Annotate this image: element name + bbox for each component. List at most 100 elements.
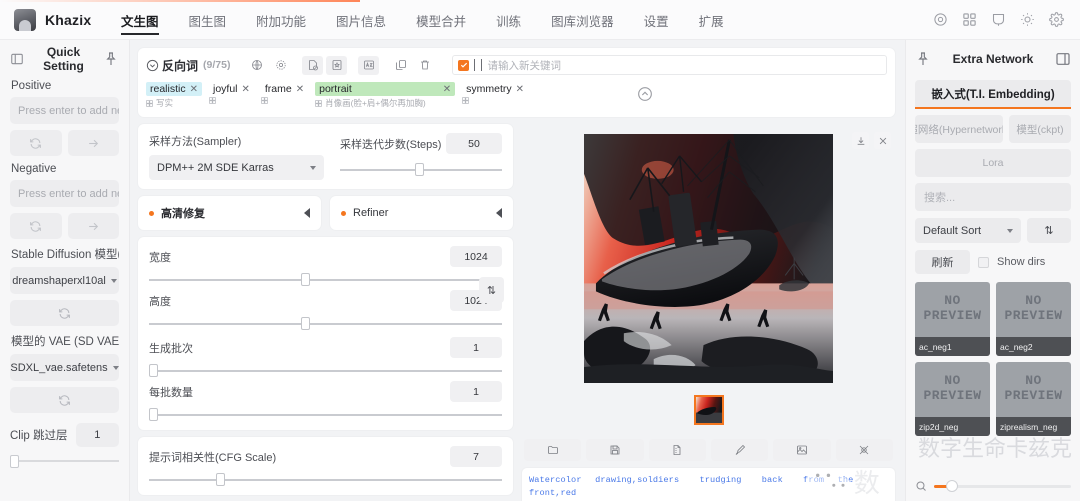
refiner-accordion[interactable]: Refiner xyxy=(330,196,513,230)
prompt-tag-selected[interactable]: portrait ✕ 肖像画(脸+肩+偶尔再加胸) xyxy=(315,82,455,109)
brightness-icon[interactable] xyxy=(1020,12,1035,27)
chevron-down-circle-icon[interactable] xyxy=(146,59,159,72)
tab-train[interactable]: 训练 xyxy=(481,1,536,39)
zoom-slider[interactable] xyxy=(934,480,1071,492)
tab-hypernetwork[interactable]: 超网络(Hypernetwork) xyxy=(915,115,1003,143)
tab-img2img[interactable]: 图生图 xyxy=(174,1,242,39)
vae-refresh-button[interactable] xyxy=(10,387,119,413)
tag-body[interactable]: joyful ✕ xyxy=(209,82,254,96)
steps-value[interactable]: 50 xyxy=(446,133,502,154)
refresh-button[interactable]: 刷新 xyxy=(915,250,970,274)
prompt-tag[interactable]: symmetry ✕ xyxy=(462,82,528,104)
extra-network-search-input[interactable]: 搜索... xyxy=(915,183,1071,211)
panel-toggle-icon[interactable] xyxy=(1055,51,1071,67)
image-thumbnail[interactable] xyxy=(694,395,724,425)
generated-image[interactable] xyxy=(584,134,833,383)
sort-direction-button[interactable]: ⇅ xyxy=(1027,218,1071,243)
tab-gallery[interactable]: 图库浏览器 xyxy=(536,1,629,39)
tab-checkpoint-merger[interactable]: 模型合并 xyxy=(401,1,481,39)
slider-knob[interactable] xyxy=(301,317,310,330)
panel-toggle-icon[interactable] xyxy=(10,52,24,66)
sd-model-refresh-button[interactable] xyxy=(10,300,119,326)
settings-gear-icon[interactable] xyxy=(270,56,291,75)
vae-select[interactable]: SDXL_vae.safetens xyxy=(10,354,119,381)
doc-star-icon[interactable] xyxy=(326,56,347,75)
collapse-prompt-icon[interactable] xyxy=(637,86,653,102)
close-icon[interactable] xyxy=(874,132,891,149)
tag-remove-icon[interactable]: ✕ xyxy=(296,84,304,95)
folder-icon[interactable] xyxy=(524,439,581,461)
swap-dimensions-button[interactable]: ⇅ xyxy=(479,277,504,303)
positive-apply-button[interactable] xyxy=(68,130,120,156)
sd-model-select[interactable]: dreamshaperxl10al xyxy=(10,267,119,294)
cfg-slider[interactable] xyxy=(149,473,502,486)
tab-settings[interactable]: 设置 xyxy=(629,1,684,39)
translate-icon[interactable] xyxy=(358,56,379,75)
img2img-icon[interactable] xyxy=(773,439,830,461)
positive-input[interactable]: Press enter to add new... xyxy=(10,97,119,124)
batch-size-value[interactable]: 1 xyxy=(450,381,502,402)
tag-remove-icon[interactable]: ✕ xyxy=(242,84,250,95)
slider-knob[interactable] xyxy=(301,273,310,286)
save-zip-icon[interactable] xyxy=(649,439,706,461)
tag-remove-icon[interactable]: ✕ xyxy=(443,84,451,95)
globe-icon[interactable] xyxy=(246,56,267,75)
clip-skip-slider[interactable] xyxy=(10,455,119,467)
slider-knob[interactable] xyxy=(415,163,424,176)
doc-block-icon[interactable] xyxy=(302,56,323,75)
embedding-card[interactable]: NOPREVIEW ziprealism_neg xyxy=(996,362,1071,436)
magnifier-icon[interactable] xyxy=(915,480,927,492)
show-dirs-checkbox[interactable] xyxy=(978,257,989,268)
hires-fix-accordion[interactable]: 高清修复 xyxy=(138,196,321,230)
pin-icon[interactable] xyxy=(103,51,119,67)
sort-select[interactable]: Default Sort xyxy=(915,218,1021,243)
tab-checkpoint[interactable]: 模型(ckpt) xyxy=(1009,115,1071,143)
tab-embedding[interactable]: 嵌入式(T.I. Embedding) xyxy=(915,80,1071,109)
tab-lora[interactable]: Lora xyxy=(915,149,1071,177)
keyword-search-input[interactable]: 请输入新关键词 xyxy=(452,55,887,75)
slider-knob[interactable] xyxy=(946,480,958,492)
tab-extensions[interactable]: 扩展 xyxy=(684,1,739,39)
tag-body[interactable]: realistic ✕ xyxy=(146,82,202,96)
slider-knob[interactable] xyxy=(149,364,158,377)
slider-knob[interactable] xyxy=(216,473,225,486)
output-prompt-box[interactable]: Watercolor drawing,soldiers trudging bac… xyxy=(522,468,895,501)
prompt-tag[interactable]: joyful ✕ xyxy=(209,82,254,104)
prompt-tag[interactable]: realistic ✕ 写实 xyxy=(146,82,202,109)
height-slider[interactable] xyxy=(149,317,502,330)
negative-apply-button[interactable] xyxy=(68,213,120,239)
copy-icon[interactable] xyxy=(390,56,411,75)
batch-size-slider[interactable] xyxy=(149,408,502,421)
github-icon[interactable] xyxy=(991,12,1006,27)
width-value[interactable]: 1024 xyxy=(450,246,502,267)
width-slider[interactable] xyxy=(149,273,502,286)
aperture-icon[interactable] xyxy=(933,12,948,27)
embedding-card[interactable]: NOPREVIEW ac_neg1 xyxy=(915,282,990,356)
cfg-value[interactable]: 7 xyxy=(450,446,502,467)
batch-count-slider[interactable] xyxy=(149,364,502,377)
batch-count-value[interactable]: 1 xyxy=(450,337,502,358)
positive-refresh-button[interactable] xyxy=(10,130,62,156)
tag-body[interactable]: symmetry ✕ xyxy=(462,82,528,96)
inpaint-icon[interactable] xyxy=(836,439,893,461)
save-icon[interactable] xyxy=(586,439,643,461)
prompt-tag[interactable]: frame ✕ xyxy=(261,82,308,104)
tab-extras[interactable]: 附加功能 xyxy=(241,1,321,39)
embedding-card[interactable]: NOPREVIEW ac_neg2 xyxy=(996,282,1071,356)
tag-body[interactable]: frame ✕ xyxy=(261,82,308,96)
clip-skip-value[interactable]: 1 xyxy=(76,423,119,447)
grid-icon[interactable] xyxy=(962,12,977,27)
download-icon[interactable] xyxy=(852,132,869,149)
tag-body[interactable]: portrait ✕ xyxy=(315,82,455,96)
pin-icon[interactable] xyxy=(915,51,931,67)
embedding-card[interactable]: NOPREVIEW zip2d_neg xyxy=(915,362,990,436)
tab-text2img[interactable]: 文生图 xyxy=(106,1,174,39)
brush-icon[interactable] xyxy=(711,439,768,461)
checkbox-checked-icon[interactable] xyxy=(458,60,469,71)
steps-slider[interactable] xyxy=(340,163,502,176)
tab-png-info[interactable]: 图片信息 xyxy=(321,1,401,39)
slider-knob[interactable] xyxy=(149,408,158,421)
sampler-select[interactable]: DPM++ 2M SDE Karras xyxy=(149,155,324,180)
tag-remove-icon[interactable]: ✕ xyxy=(190,84,198,95)
tag-remove-icon[interactable]: ✕ xyxy=(516,84,524,95)
